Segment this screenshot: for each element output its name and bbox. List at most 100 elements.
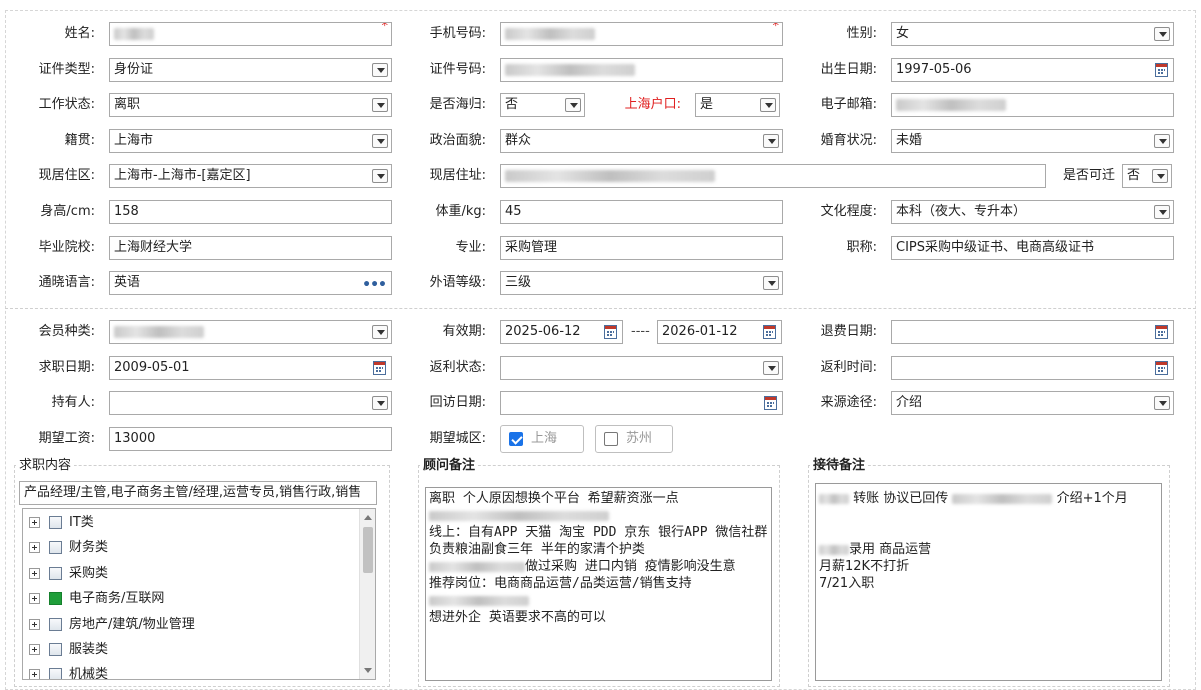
job-content-summary[interactable]: 产品经理/主管,电子商务主管/经理,运营专员,销售行政,销售: [19, 481, 377, 505]
political-label: 政治面貌:: [429, 133, 486, 148]
expand-icon[interactable]: [29, 542, 40, 553]
major-field[interactable]: 采购管理: [500, 236, 783, 260]
email-field[interactable]: [891, 93, 1174, 117]
native-place-select[interactable]: 上海市: [109, 129, 392, 153]
marital-select[interactable]: 未婚: [891, 129, 1174, 153]
calendar-icon[interactable]: [1155, 63, 1168, 77]
checkbox-icon[interactable]: [49, 618, 62, 631]
scrollbar[interactable]: [359, 509, 375, 679]
checkbox-icon[interactable]: [49, 567, 62, 580]
weight-field[interactable]: 45: [500, 200, 783, 224]
city-option-shanghai[interactable]: 上海: [500, 425, 584, 453]
language-level-select[interactable]: 三级: [500, 271, 783, 295]
chevron-down-icon[interactable]: [372, 63, 388, 77]
chevron-down-icon[interactable]: [763, 361, 779, 375]
chevron-down-icon[interactable]: [1154, 396, 1170, 410]
chevron-down-icon[interactable]: [760, 98, 776, 112]
reception-notes-textarea[interactable]: 转账 协议已回传 介绍+1个月 录用 商品运营 月薪12K不打折 7/21入职: [815, 483, 1162, 681]
scroll-up-arrow-icon[interactable]: [364, 515, 372, 520]
title-field[interactable]: CIPS采购中级证书、电商高级证书: [891, 236, 1174, 260]
expand-icon[interactable]: [29, 568, 40, 579]
gender-label: 性别:: [846, 26, 877, 41]
birth-date-field[interactable]: 1997-05-06: [891, 58, 1174, 82]
chevron-down-icon[interactable]: [372, 98, 388, 112]
id-number-field[interactable]: [500, 58, 783, 82]
source-select[interactable]: 介绍: [891, 391, 1174, 415]
calendar-icon[interactable]: [604, 325, 617, 339]
checkbox-icon[interactable]: [49, 643, 62, 656]
city-option-suzhou[interactable]: 苏州: [595, 425, 673, 453]
education-select[interactable]: 本科（夜大、专升本）: [891, 200, 1174, 224]
chevron-down-icon[interactable]: [763, 276, 779, 290]
tree-item[interactable]: 服装类: [29, 639, 108, 661]
chevron-down-icon[interactable]: [763, 134, 779, 148]
tree-item[interactable]: 房地产/建筑/物业管理: [29, 614, 195, 636]
chevron-down-icon[interactable]: [372, 396, 388, 410]
calendar-icon[interactable]: [1155, 325, 1168, 339]
tree-item[interactable]: IT类: [29, 512, 94, 534]
chevron-down-icon[interactable]: [372, 325, 388, 339]
chevron-down-icon[interactable]: [1152, 169, 1168, 183]
visit-date-field[interactable]: [500, 391, 783, 415]
name-field[interactable]: *: [109, 22, 392, 46]
expand-icon[interactable]: [29, 517, 40, 528]
checkbox-icon[interactable]: [49, 541, 62, 554]
school-field[interactable]: 上海财经大学: [109, 236, 392, 260]
checkbox-icon[interactable]: [49, 668, 62, 679]
checkbox-checked-icon[interactable]: [509, 432, 523, 446]
rebate-status-select[interactable]: [500, 356, 783, 380]
expand-icon[interactable]: [29, 619, 40, 630]
refund-date-field[interactable]: [891, 320, 1174, 344]
calendar-icon[interactable]: [373, 361, 386, 375]
rebate-time-field[interactable]: [891, 356, 1174, 380]
phone-field[interactable]: *: [500, 22, 783, 46]
scroll-thumb[interactable]: [363, 527, 373, 573]
tree-item[interactable]: 采购类: [29, 563, 108, 585]
id-type-select[interactable]: 身份证: [109, 58, 392, 82]
chevron-down-icon[interactable]: [1154, 27, 1170, 41]
language-level-label: 外语等级:: [429, 275, 486, 290]
required-mark: *: [772, 22, 780, 34]
chevron-down-icon[interactable]: [372, 134, 388, 148]
chevron-down-icon[interactable]: [1154, 205, 1170, 219]
education-value: 本科（夜大、专升本）: [896, 204, 1027, 219]
residence-area-select[interactable]: 上海市-上海市-[嘉定区]: [109, 164, 392, 188]
tree-item[interactable]: 机械类: [29, 664, 108, 679]
calendar-icon[interactable]: [1155, 361, 1168, 375]
job-date-field[interactable]: 2009-05-01: [109, 356, 392, 380]
checkbox-checked-icon[interactable]: [49, 592, 62, 605]
birth-date-value: 1997-05-06: [896, 62, 972, 77]
holder-select[interactable]: [109, 391, 392, 415]
more-options-icon[interactable]: •••: [362, 274, 387, 294]
advisor-notes-textarea[interactable]: 离职 个人原因想换个平台 希望薪资涨一点 线上：自有APP 天猫 淘宝 PDD …: [425, 487, 772, 681]
political-select[interactable]: 群众: [500, 129, 783, 153]
language-level-value: 三级: [505, 275, 532, 290]
checkbox-icon[interactable]: [49, 516, 62, 529]
rebate-time-label: 返利时间:: [820, 360, 877, 375]
height-field[interactable]: 158: [109, 200, 392, 224]
residence-addr-field[interactable]: [500, 164, 1046, 188]
calendar-icon[interactable]: [763, 325, 776, 339]
chevron-down-icon[interactable]: [372, 169, 388, 183]
relocate-select[interactable]: 否: [1122, 164, 1172, 188]
returnee-select[interactable]: 否: [500, 93, 585, 117]
validity-start-field[interactable]: 2025-06-12: [500, 320, 623, 344]
checkbox-icon[interactable]: [604, 432, 618, 446]
expand-icon[interactable]: [29, 644, 40, 655]
chevron-down-icon[interactable]: [565, 98, 581, 112]
expand-icon[interactable]: [29, 593, 40, 604]
validity-end-field[interactable]: 2026-01-12: [657, 320, 782, 344]
job-category-tree[interactable]: IT类 财务类 采购类 电子商务/互联网 房地产/建筑/物业管理 服装类 机械类: [22, 508, 376, 680]
expected-salary-field[interactable]: 13000: [109, 427, 392, 451]
shanghai-hukou-select[interactable]: 是: [695, 93, 780, 117]
tree-item[interactable]: 电子商务/互联网: [29, 588, 164, 610]
expand-icon[interactable]: [29, 669, 40, 679]
chevron-down-icon[interactable]: [1154, 134, 1170, 148]
scroll-down-arrow-icon[interactable]: [364, 668, 372, 673]
member-type-select[interactable]: [109, 320, 392, 344]
calendar-icon[interactable]: [764, 396, 777, 410]
work-status-select[interactable]: 离职: [109, 93, 392, 117]
languages-field[interactable]: 英语 •••: [109, 271, 392, 295]
tree-item[interactable]: 财务类: [29, 537, 108, 559]
gender-select[interactable]: 女: [891, 22, 1174, 46]
